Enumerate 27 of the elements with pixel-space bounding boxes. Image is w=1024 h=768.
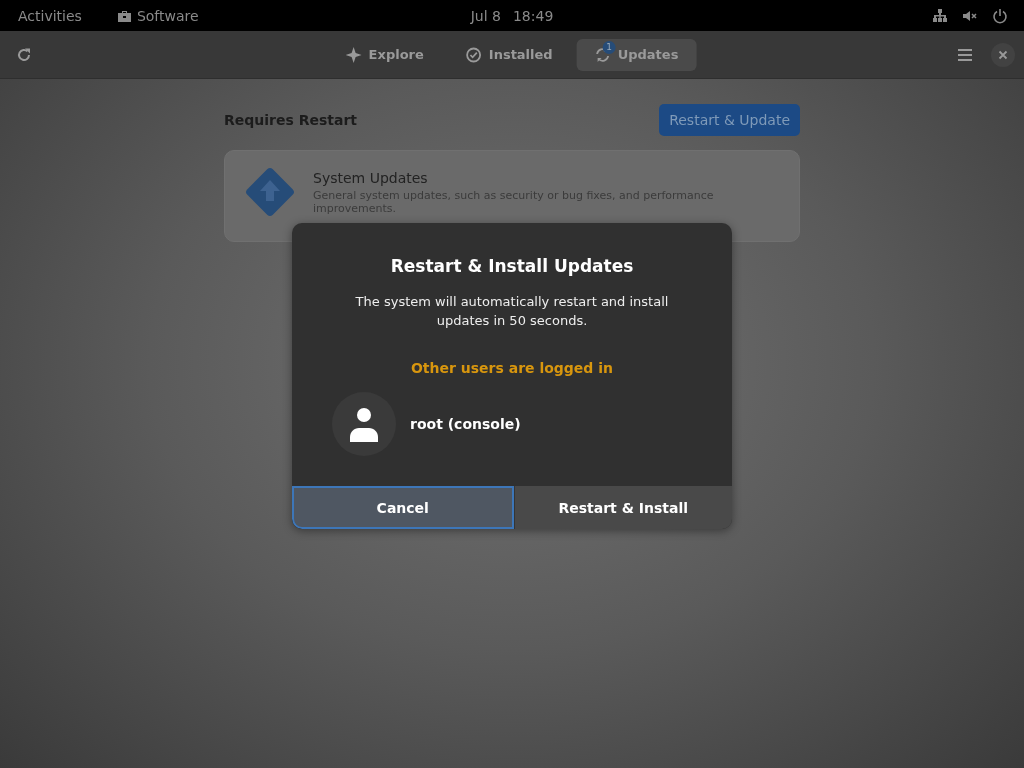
- warning-text: Other users are logged in: [410, 360, 614, 376]
- dialog-button[interactable]: Restart & Install: [513, 486, 732, 529]
- network-icon[interactable]: [932, 7, 948, 24]
- power-icon[interactable]: [992, 7, 1008, 24]
- time-label[interactable]: 18:49: [512, 7, 554, 24]
- activities-button[interactable]: Activities: [18, 7, 82, 24]
- update-count-badge: 1: [602, 40, 616, 54]
- date-label[interactable]: Jul 8: [470, 7, 501, 24]
- dialog-title: Restart & Install Updates: [390, 256, 634, 276]
- check-circle-icon: [465, 46, 482, 63]
- menu-icon: [957, 47, 973, 62]
- dialog-button[interactable]: Cancel: [292, 486, 514, 529]
- person-icon: [349, 406, 379, 442]
- update-title: System Updates: [313, 169, 429, 186]
- view-tab[interactable]: Installed: [447, 38, 571, 71]
- sparkle-icon: [345, 46, 362, 63]
- user-name: root (console): [410, 416, 521, 432]
- close-button[interactable]: [991, 42, 1015, 67]
- close-icon: [998, 49, 1008, 60]
- dialog-message: The system will automatically restart and install updates in 50 seconds.: [354, 293, 670, 330]
- refresh-icon: [16, 46, 32, 63]
- restart-update-button[interactable]: Restart & Update: [659, 104, 800, 136]
- view-tab[interactable]: Explore: [327, 38, 442, 71]
- toolbox-icon: [117, 9, 131, 22]
- app-menu-label[interactable]: Software: [136, 7, 199, 24]
- section-heading: Requires Restart: [224, 112, 357, 128]
- view-tab[interactable]: 1 Updates: [576, 38, 697, 71]
